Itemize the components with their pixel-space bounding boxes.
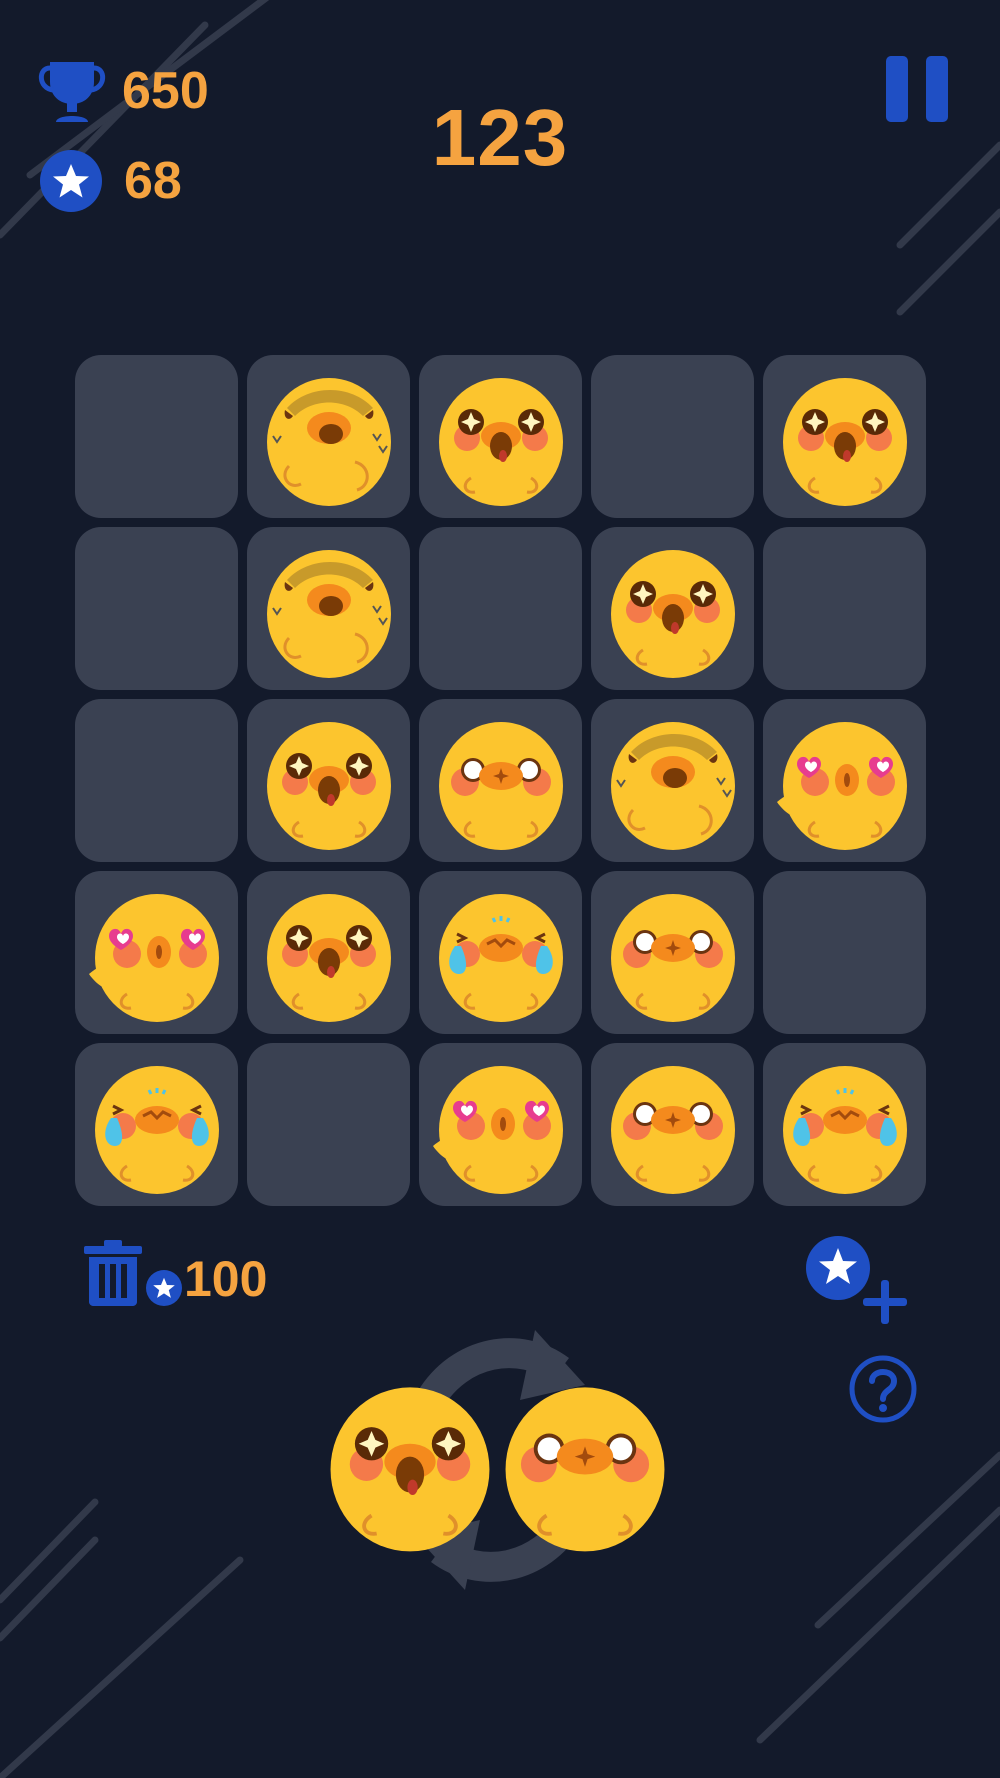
pause-icon-bar [886, 56, 908, 122]
pause-icon-bar [926, 56, 948, 122]
trash-icon [84, 1240, 142, 1306]
board-cell[interactable] [247, 699, 410, 862]
board-cell[interactable] [419, 527, 582, 690]
starry-chick-icon [603, 538, 743, 680]
next-piece-right[interactable] [495, 1372, 675, 1554]
board-cell[interactable] [591, 355, 754, 518]
board-cell[interactable] [591, 527, 754, 690]
add-stars-icon[interactable] [806, 1236, 910, 1326]
board-cell[interactable] [591, 871, 754, 1034]
board-cell[interactable] [75, 1043, 238, 1206]
board-cell[interactable] [591, 699, 754, 862]
starry-chick-icon [431, 366, 571, 508]
board-cell[interactable] [763, 1043, 926, 1206]
sweat-chick-icon [259, 366, 399, 508]
board-cell[interactable] [75, 355, 238, 518]
crying-chick-icon [431, 882, 571, 1024]
board-cell[interactable] [247, 1043, 410, 1206]
surprised-chick-icon [431, 710, 571, 852]
starry-chick-icon [320, 1372, 500, 1554]
board-cell[interactable] [75, 527, 238, 690]
board-cell[interactable] [75, 699, 238, 862]
love-chick-icon [775, 710, 915, 852]
trash-cost-value: 100 [184, 1251, 268, 1307]
starry-chick-icon [259, 710, 399, 852]
surprised-chick-icon [495, 1372, 675, 1554]
board-cell[interactable] [763, 355, 926, 518]
next-piece-left[interactable] [320, 1372, 500, 1554]
love-chick-icon [87, 882, 227, 1024]
love-chick-icon [431, 1054, 571, 1196]
help-icon[interactable] [848, 1354, 918, 1424]
trash-button[interactable]: 100 [84, 1240, 267, 1306]
board-cell[interactable] [763, 699, 926, 862]
current-score-value: 123 [431, 93, 569, 182]
board-cell[interactable] [763, 871, 926, 1034]
board-cell[interactable] [591, 1043, 754, 1206]
pause-button[interactable] [886, 56, 948, 122]
surprised-chick-icon [603, 1054, 743, 1196]
starry-chick-icon [775, 366, 915, 508]
board-cell[interactable] [247, 871, 410, 1034]
board-cell[interactable] [419, 871, 582, 1034]
sweat-chick-icon [259, 538, 399, 680]
board-cell[interactable] [75, 871, 238, 1034]
board-cell[interactable] [247, 527, 410, 690]
starry-chick-icon [259, 882, 399, 1024]
surprised-chick-icon [603, 882, 743, 1024]
cost-star-icon [146, 1270, 182, 1306]
board-cell[interactable] [247, 355, 410, 518]
game-board [75, 355, 926, 1206]
current-score: 123 [0, 92, 1000, 184]
sweat-chick-icon [603, 710, 743, 852]
board-cell[interactable] [419, 699, 582, 862]
board-cell[interactable] [763, 527, 926, 690]
crying-chick-icon [775, 1054, 915, 1196]
board-cell[interactable] [419, 355, 582, 518]
crying-chick-icon [87, 1054, 227, 1196]
board-cell[interactable] [419, 1043, 582, 1206]
